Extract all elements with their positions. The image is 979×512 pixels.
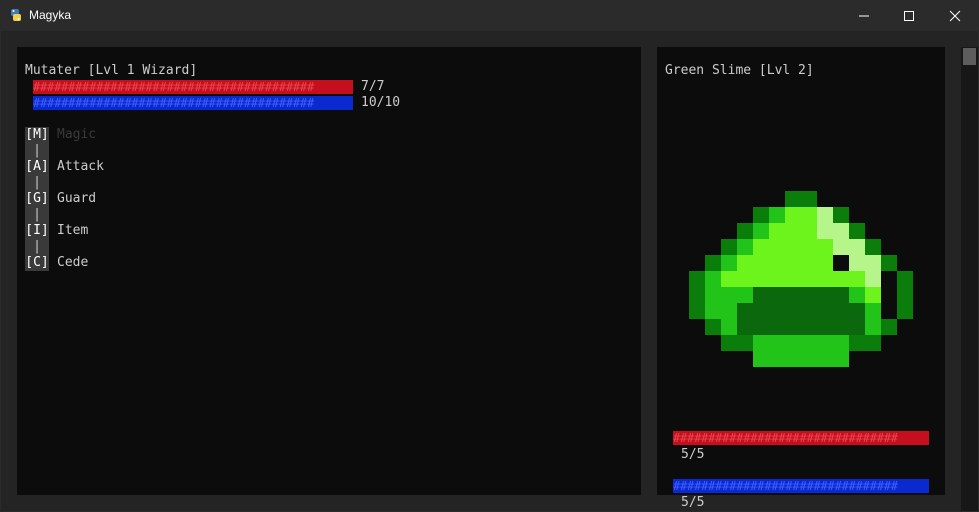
python-icon [11, 9, 21, 21]
close-icon [949, 10, 961, 22]
window-title: Magyka [29, 8, 72, 22]
enemy-mp-bar: ################################ [673, 479, 929, 493]
menu-connector: | [25, 143, 49, 159]
menu-key-item: [I] [25, 223, 49, 239]
enemy-panel: Green Slime [Lvl 2] ####################… [657, 47, 945, 510]
player-mp-text: 10/10 [361, 95, 401, 110]
menu-connector: | [25, 207, 49, 223]
enemy-hp-text: 5/5 [681, 447, 705, 462]
green-slime-sprite [689, 191, 913, 367]
player-name: Mutater [Lvl 1 Wizard] [25, 63, 198, 78]
menu-label-attack: Attack [57, 159, 104, 174]
menu-key-attack: [A] [25, 159, 49, 175]
console-window: Mutater [Lvl 1 Wizard] #################… [1, 31, 978, 511]
enemy-hp-bar: ################################ [673, 431, 929, 445]
menu-label-item: Item [57, 223, 89, 238]
menu-key-guard: [G] [25, 191, 49, 207]
close-button[interactable] [932, 0, 978, 31]
maximize-icon [904, 11, 914, 21]
menu-key-magic: [M] [25, 127, 49, 143]
player-hp-bar: ######################################## [33, 80, 353, 94]
menu-label-magic: Magic [57, 127, 97, 142]
player-panel: Mutater [Lvl 1 Wizard] #################… [17, 47, 641, 495]
enemy-mp-text: 5/5 [681, 495, 705, 510]
scrollbar-thumb[interactable] [963, 48, 976, 65]
enemy-name: Green Slime [Lvl 2] [665, 63, 814, 78]
title-bar: Magyka [0, 0, 979, 31]
minimize-button[interactable] [841, 0, 887, 31]
player-mp-bar: ######################################## [33, 96, 353, 110]
minimize-icon [859, 15, 869, 17]
menu-connector: | [25, 175, 49, 191]
menu-connector: | [25, 239, 49, 255]
menu-label-guard: Guard [57, 191, 97, 206]
player-hp-text: 7/7 [361, 79, 385, 94]
vertical-scrollbar[interactable] [961, 47, 978, 511]
menu-label-cede: Cede [57, 255, 89, 270]
menu-key-cede: [C] [25, 255, 49, 271]
maximize-button[interactable] [886, 0, 932, 31]
